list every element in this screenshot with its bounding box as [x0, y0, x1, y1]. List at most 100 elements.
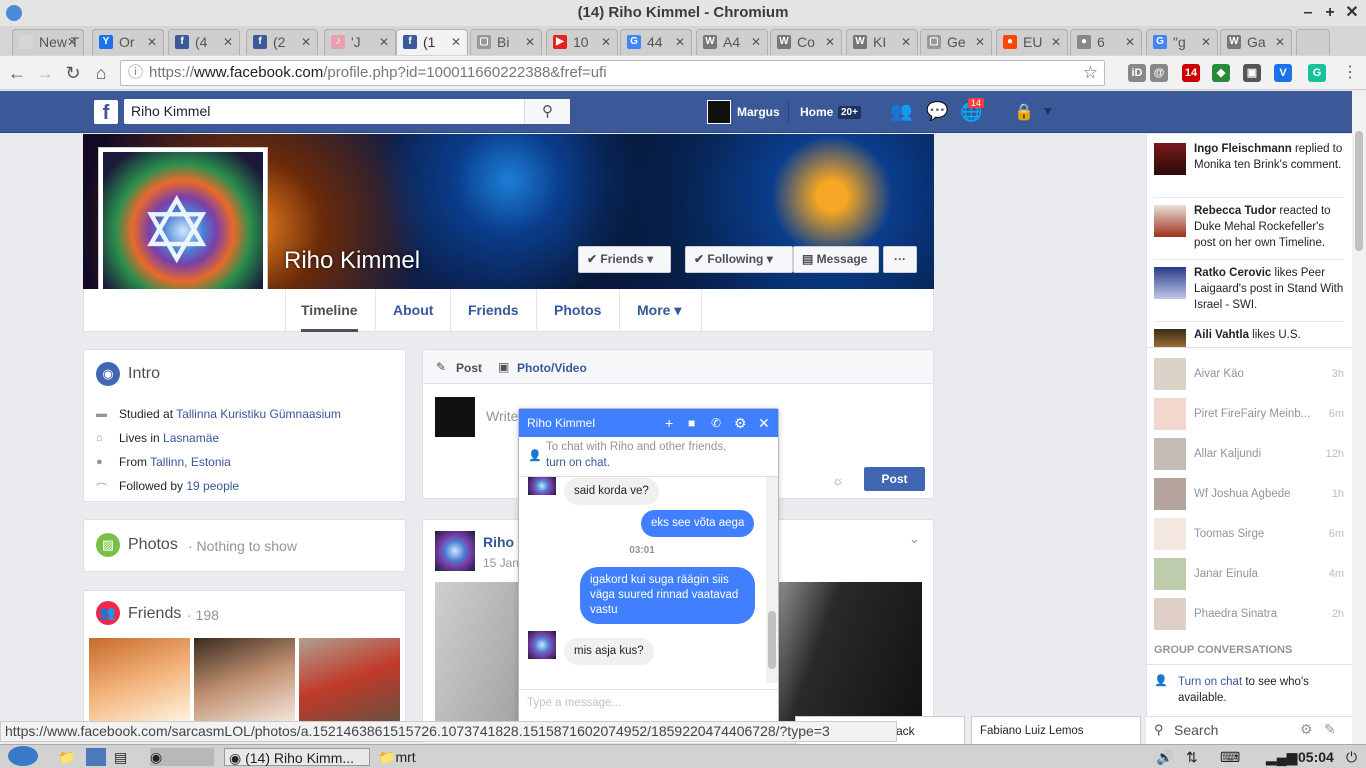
profile-name[interactable]: Riho Kimmel — [284, 247, 420, 275]
tab-close-icon[interactable]: ✕ — [147, 30, 157, 54]
video-call-icon[interactable]: ■ — [688, 409, 695, 437]
ticker-item[interactable]: Aili Vahtla likes U.S. — [1154, 327, 1344, 347]
extension-icon[interactable]: G — [1308, 64, 1326, 82]
tab-timeline[interactable]: Timeline — [301, 300, 358, 332]
start-menu-icon[interactable] — [8, 746, 38, 766]
browser-tab[interactable]: W KI ✕ — [846, 29, 918, 55]
window-icon[interactable]: ▤ — [114, 748, 127, 766]
browser-tab[interactable]: ♪ 'J ✕ — [324, 29, 396, 55]
post-button[interactable]: Post — [864, 467, 925, 491]
terminal-icon[interactable] — [86, 748, 106, 766]
tab-friends[interactable]: Friends — [468, 300, 519, 332]
chat-friend[interactable]: Wf Joshua Agbede 1h — [1154, 478, 1344, 510]
minimize-icon[interactable]: – — [1298, 0, 1318, 26]
home-link[interactable]: Home — [800, 105, 833, 119]
friend-thumbnail[interactable] — [299, 638, 400, 722]
intro-row-link[interactable]: Lasnamäe — [163, 431, 219, 445]
friends-title[interactable]: Friends — [128, 605, 181, 623]
tab-close-icon[interactable]: ✕ — [1051, 30, 1061, 54]
keyboard-icon[interactable]: ⌨ — [1220, 748, 1240, 766]
browser-tab[interactable]: G "g ✕ — [1146, 29, 1218, 55]
chevron-down-icon[interactable]: ⌄ — [909, 531, 920, 547]
chat-message-input[interactable]: Type a message... — [527, 697, 621, 709]
ticker-item[interactable]: Rebecca Tudor reacted to Duke Mehal Rock… — [1154, 203, 1344, 251]
new-tab-button[interactable] — [1296, 29, 1330, 55]
extension-icon[interactable]: @ — [1150, 64, 1168, 82]
power-icon[interactable]: ⏻ — [1346, 748, 1357, 766]
extension-icon[interactable]: 14 — [1182, 64, 1200, 82]
turn-on-chat-sidebar-link[interactable]: Turn on chat — [1178, 676, 1242, 688]
intro-row-link[interactable]: Tallinna Kuristiku Gümnaasium — [176, 407, 341, 421]
gear-icon[interactable]: ⚙ — [1300, 721, 1313, 738]
taskbar-folder-window[interactable]: 📁mrt — [378, 748, 416, 766]
extension-icon[interactable]: ▣ — [1243, 64, 1261, 82]
address-bar[interactable]: ⓘ https://www.facebook.com/profile.php?i… — [120, 60, 1105, 86]
composer-input[interactable]: Write — [486, 408, 518, 424]
search-icon[interactable]: ⚲ — [524, 99, 570, 124]
browser-tab[interactable]: New T ✕ — [12, 29, 84, 55]
taskbar-chromium-window[interactable]: ◉ (14) Riho Kimm... — [224, 748, 370, 766]
facebook-logo-icon[interactable]: f — [94, 100, 118, 124]
tab-more[interactable]: More ▾ — [637, 300, 681, 332]
info-icon[interactable]: ⓘ — [128, 61, 143, 85]
post-date[interactable]: 15 Jan — [483, 556, 519, 570]
composer-post-tab[interactable]: Post — [456, 361, 482, 375]
tab-close-icon[interactable]: ✕ — [675, 30, 685, 54]
page-scrollbar-thumb[interactable] — [1355, 131, 1363, 251]
close-window-icon[interactable]: ✕ — [1342, 0, 1362, 26]
browser-tab[interactable]: f (2 ✕ — [246, 29, 318, 55]
chat-friend[interactable]: Phaedra Sinatra 2h — [1154, 598, 1344, 630]
chat-friend[interactable]: Aivar Käo 3h — [1154, 358, 1344, 390]
browser-tab[interactable]: ▶ 10 ✕ — [546, 29, 618, 55]
composer-photo-tab[interactable]: Photo/Video — [517, 361, 587, 375]
extension-icon[interactable]: iD — [1128, 64, 1146, 82]
turn-on-chat-link[interactable]: turn on chat. — [546, 457, 610, 469]
close-icon[interactable]: ✕ — [758, 409, 770, 437]
tab-close-icon[interactable]: ✕ — [1125, 30, 1135, 54]
chat-friend[interactable]: Toomas Sirge 6m — [1154, 518, 1344, 550]
ticker-item[interactable]: Ratko Cerovic likes Peer Laigaard's post… — [1154, 265, 1344, 313]
intro-row-link[interactable]: Tallinn, Estonia — [150, 455, 231, 469]
tab-photos[interactable]: Photos — [554, 300, 601, 332]
menu-icon[interactable]: ⋮ — [1342, 62, 1358, 82]
messages-icon[interactable]: 💬 — [926, 101, 948, 122]
friend-requests-icon[interactable]: 👥 — [890, 101, 912, 122]
extension-icon[interactable]: V — [1274, 64, 1292, 82]
chat-friend[interactable]: Piret FireFairy Meinb... 6m — [1154, 398, 1344, 430]
friends-button[interactable]: ✔ Friends ▾ — [578, 246, 671, 273]
tab-about[interactable]: About — [393, 300, 433, 332]
browser-tab[interactable]: W A4 ✕ — [696, 29, 768, 55]
privacy-icon[interactable]: ☼ — [832, 473, 844, 488]
add-icon[interactable]: + — [665, 409, 673, 437]
browser-tab[interactable]: W Ga ✕ — [1220, 29, 1292, 55]
reload-icon[interactable]: ↻ — [62, 62, 84, 84]
tab-close-icon[interactable]: ✕ — [67, 30, 77, 54]
chat-search-input[interactable]: Search — [1174, 722, 1218, 738]
browser-tab[interactable]: W Co ✕ — [770, 29, 842, 55]
extension-icon[interactable]: ◆ — [1212, 64, 1230, 82]
message-button[interactable]: ▤ Message — [793, 246, 879, 273]
compose-icon[interactable]: ✎ — [1324, 721, 1336, 738]
chat-scrollbar[interactable] — [766, 477, 778, 683]
network-icon[interactable]: ⇅ — [1186, 748, 1198, 766]
chat-friend[interactable]: Allar Kaljundi 12h — [1154, 438, 1344, 470]
post-author-avatar[interactable] — [435, 531, 475, 571]
browser-tab[interactable]: ▢ Ge ✕ — [920, 29, 992, 55]
browser-tab[interactable]: ● EU ✕ — [996, 29, 1068, 55]
back-icon[interactable]: ← — [6, 62, 28, 84]
chat-header[interactable]: Riho Kimmel + ■ ✆ ⚙ ✕ — [519, 409, 778, 437]
facebook-search-input[interactable]: Riho Kimmel ⚲ — [124, 99, 570, 124]
home-icon[interactable]: ⌂ — [90, 62, 112, 84]
chat-friend[interactable]: Janar Einula 4m — [1154, 558, 1344, 590]
chat-search-bar[interactable]: ⚲ Search ⚙ ✎ — [1146, 716, 1352, 744]
user-avatar[interactable] — [707, 100, 731, 124]
browser-tab[interactable]: Y Or ✕ — [92, 29, 164, 55]
ticker-item[interactable]: Ingo Fleischmann replied to Monika ten B… — [1154, 141, 1344, 175]
chat-tab-fabiano[interactable]: Fabiano Luiz Lemos — [971, 716, 1141, 744]
tab-close-icon[interactable]: ✕ — [451, 30, 461, 54]
chat-scrollbar-thumb[interactable] — [768, 611, 776, 669]
browser-tab[interactable]: f (4 ✕ — [168, 29, 240, 55]
browser-tab[interactable]: ▢ Bi ✕ — [470, 29, 542, 55]
tab-close-icon[interactable]: ✕ — [525, 30, 535, 54]
page-scrollbar[interactable] — [1352, 91, 1366, 744]
